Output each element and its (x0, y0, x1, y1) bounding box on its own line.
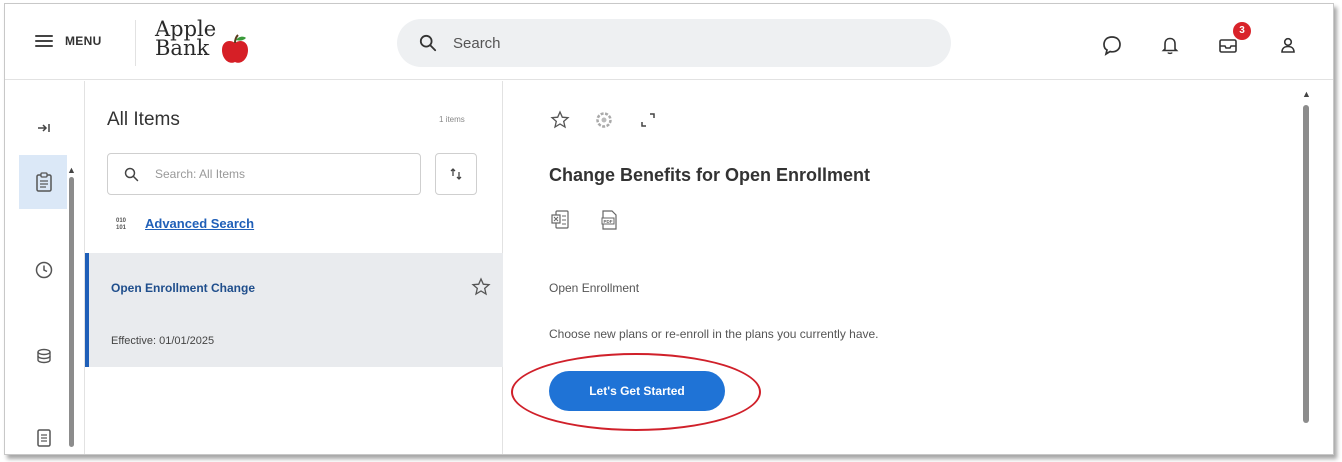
rail-scrollbar[interactable] (69, 177, 74, 447)
excel-export-icon[interactable] (551, 209, 571, 231)
list-item-effective-date: Effective: 01/01/2025 (111, 335, 215, 347)
detail-toolbar (549, 109, 659, 131)
panel-search[interactable] (107, 153, 421, 195)
search-icon (124, 167, 139, 181)
list-item-title: Open Enrollment Change (111, 281, 256, 295)
logo-line-2: Bank (155, 36, 210, 60)
svg-text:010: 010 (116, 218, 127, 224)
list-item[interactable]: Open Enrollment Change Effective: 01/01/… (85, 253, 503, 367)
rail-scroll-up-icon[interactable]: ▲ (67, 165, 76, 175)
advanced-search-icon: 010 101 (116, 218, 127, 231)
apple-bank-logo[interactable]: Apple Bank (155, 19, 255, 68)
section-label: Open Enrollment (549, 281, 640, 295)
detail-scroll-up-icon[interactable]: ▲ (1302, 89, 1311, 99)
detail-pane: Change Benefits for Open Enrollment PDF … (503, 81, 1333, 454)
clipboard-icon (36, 172, 52, 192)
chat-icon[interactable] (1101, 34, 1123, 56)
sort-button[interactable] (435, 153, 477, 195)
settings-icon (596, 112, 612, 128)
panel-search-input[interactable] (155, 167, 395, 181)
top-bar: MENU Apple Bank Search 3 (5, 4, 1333, 80)
expand-button[interactable] (637, 109, 659, 131)
search-icon (419, 34, 437, 52)
profile-icon[interactable] (1277, 34, 1299, 56)
app-window: MENU Apple Bank Search 3 ▲ All Items 1 i… (4, 3, 1334, 455)
collapse-icon (38, 124, 50, 132)
svg-text:101: 101 (116, 225, 127, 231)
advanced-search-link[interactable]: Advanced Search (145, 216, 254, 231)
global-search[interactable] (397, 19, 951, 67)
detail-scrollbar[interactable] (1303, 105, 1309, 423)
notification-bell-icon[interactable] (1159, 34, 1181, 56)
section-description: Choose new plans or re-enroll in the pla… (549, 327, 879, 341)
inbox-badge: 3 (1233, 22, 1251, 40)
expand-icon (641, 113, 655, 127)
collapse-rail-button[interactable] (31, 115, 57, 141)
svg-text:PDF: PDF (604, 219, 613, 224)
logo-text: Apple Bank (155, 19, 216, 60)
all-items-panel: All Items 1 items 010 101 Advanced Searc… (85, 81, 503, 454)
document-icon (37, 429, 51, 447)
menu-button[interactable]: MENU (35, 34, 102, 48)
divider (135, 20, 136, 66)
panel-title: All Items (107, 109, 180, 130)
global-search-input[interactable] (453, 34, 873, 52)
item-count: 1 items (439, 115, 465, 124)
favorite-button[interactable] (549, 109, 571, 131)
left-rail: ▲ (5, 81, 85, 454)
rail-item-documents[interactable] (31, 425, 57, 451)
menu-label: MENU (65, 34, 102, 48)
rail-item-tasks[interactable] (31, 169, 57, 195)
advanced-search: 010 101 Advanced Search (115, 215, 254, 232)
rail-item-stack[interactable] (31, 343, 57, 369)
apple-icon (222, 34, 248, 63)
lets-get-started-button[interactable]: Let's Get Started (549, 371, 725, 411)
sort-icon (450, 168, 462, 180)
clock-icon (35, 261, 53, 279)
settings-button[interactable] (593, 109, 615, 131)
pdf-export-icon[interactable]: PDF (599, 209, 619, 231)
stack-icon (37, 348, 51, 364)
rail-item-history[interactable] (31, 257, 57, 283)
export-icons: PDF (551, 209, 619, 231)
favorite-star-icon[interactable] (471, 277, 491, 297)
hamburger-icon (35, 35, 53, 47)
page-title: Change Benefits for Open Enrollment (549, 165, 871, 185)
star-icon (550, 110, 570, 129)
